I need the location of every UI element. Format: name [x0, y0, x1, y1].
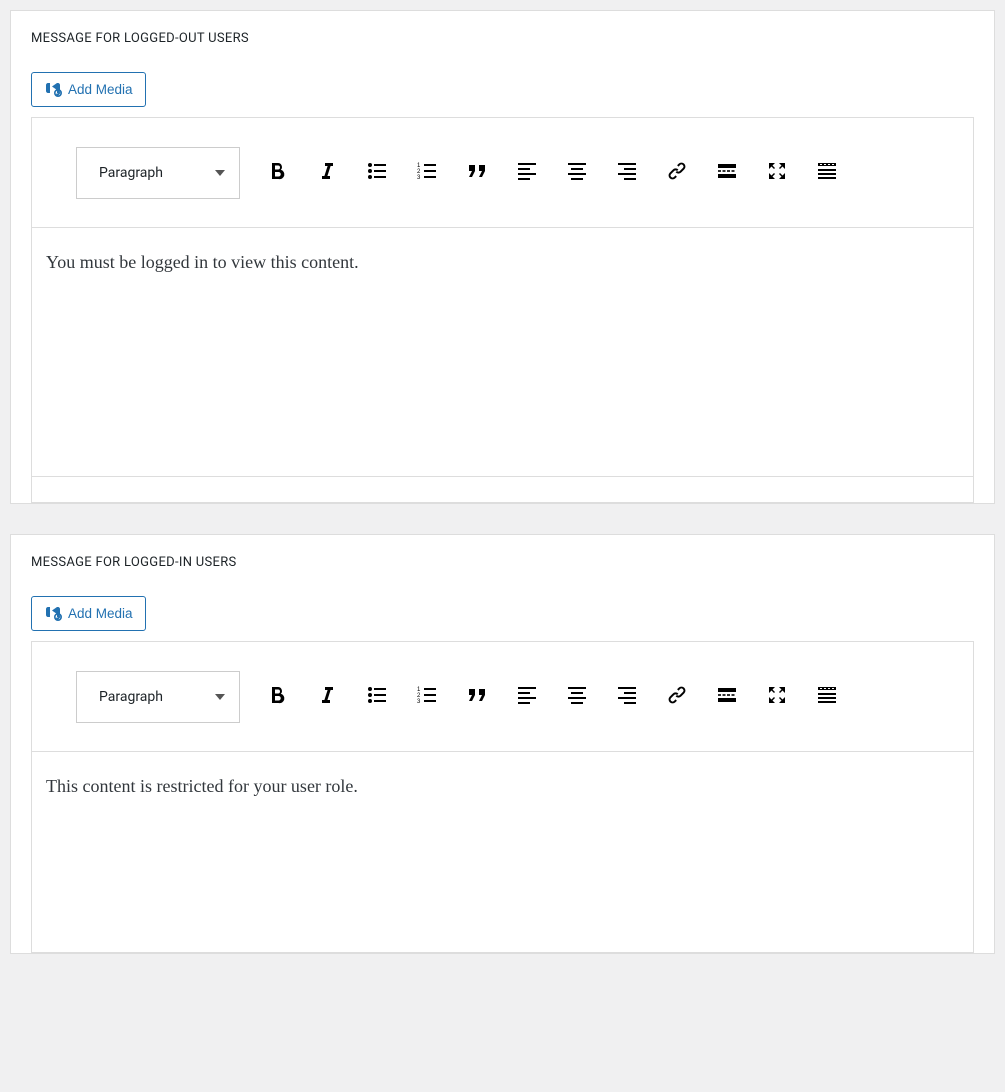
- numbered-list-icon: [415, 159, 439, 186]
- link-button[interactable]: [654, 674, 700, 720]
- section-heading: MESSAGE FOR LOGGED-IN USERS: [31, 555, 974, 570]
- read-more-button[interactable]: [704, 674, 750, 720]
- blockquote-icon: [465, 159, 489, 186]
- align-center-button[interactable]: [554, 674, 600, 720]
- editor-statusbar: [32, 476, 973, 502]
- section-heading: MESSAGE FOR LOGGED-OUT USERS: [31, 31, 974, 46]
- italic-button[interactable]: [304, 674, 350, 720]
- blockquote-button[interactable]: [454, 674, 500, 720]
- numbered-list-icon: [415, 683, 439, 710]
- read-more-icon: [715, 159, 739, 186]
- editor-toolbar: Paragraph: [32, 642, 973, 752]
- fullscreen-button[interactable]: [754, 150, 800, 196]
- add-media-label: Add Media: [68, 606, 133, 621]
- add-media-button[interactable]: Add Media: [31, 72, 146, 107]
- bullet-list-button[interactable]: [354, 150, 400, 196]
- numbered-list-button[interactable]: [404, 150, 450, 196]
- editor-wrap: Paragraph This content is restricted for…: [31, 641, 974, 953]
- toolbar-toggle-button[interactable]: [804, 150, 850, 196]
- italic-button[interactable]: [304, 150, 350, 196]
- media-icon: [44, 603, 62, 624]
- bullet-list-icon: [365, 159, 389, 186]
- editor-logged-in: MESSAGE FOR LOGGED-IN USERS Add Media Pa…: [10, 534, 995, 954]
- link-icon: [665, 683, 689, 710]
- italic-icon: [315, 683, 339, 710]
- editor-wrap: Paragraph You must be logged in to view …: [31, 117, 974, 503]
- format-select[interactable]: Paragraph: [76, 147, 240, 199]
- align-right-icon: [615, 159, 639, 186]
- blockquote-icon: [465, 683, 489, 710]
- chevron-down-icon: [215, 694, 225, 700]
- align-right-button[interactable]: [604, 150, 650, 196]
- bullet-list-icon: [365, 683, 389, 710]
- italic-icon: [315, 159, 339, 186]
- toolbar-toggle-icon: [815, 159, 839, 186]
- align-right-button[interactable]: [604, 674, 650, 720]
- editor-toolbar: Paragraph: [32, 118, 973, 228]
- fullscreen-icon: [765, 683, 789, 710]
- fullscreen-button[interactable]: [754, 674, 800, 720]
- link-icon: [665, 159, 689, 186]
- align-center-icon: [565, 159, 589, 186]
- editor-logged-out: MESSAGE FOR LOGGED-OUT USERS Add Media P…: [10, 10, 995, 504]
- toolbar-toggle-icon: [815, 683, 839, 710]
- align-left-icon: [515, 683, 539, 710]
- read-more-icon: [715, 683, 739, 710]
- format-select-label: Paragraph: [99, 689, 163, 705]
- align-left-icon: [515, 159, 539, 186]
- blockquote-button[interactable]: [454, 150, 500, 196]
- format-select[interactable]: Paragraph: [76, 671, 240, 723]
- bold-button[interactable]: [254, 674, 300, 720]
- media-icon: [44, 79, 62, 100]
- fullscreen-icon: [765, 159, 789, 186]
- bold-button[interactable]: [254, 150, 300, 196]
- align-center-icon: [565, 683, 589, 710]
- link-button[interactable]: [654, 150, 700, 196]
- editor-content[interactable]: This content is restricted for your user…: [32, 752, 973, 952]
- format-select-label: Paragraph: [99, 165, 163, 181]
- chevron-down-icon: [215, 170, 225, 176]
- bold-icon: [265, 159, 289, 186]
- align-left-button[interactable]: [504, 674, 550, 720]
- align-right-icon: [615, 683, 639, 710]
- toolbar-toggle-button[interactable]: [804, 674, 850, 720]
- bold-icon: [265, 683, 289, 710]
- add-media-label: Add Media: [68, 82, 133, 97]
- bullet-list-button[interactable]: [354, 674, 400, 720]
- align-left-button[interactable]: [504, 150, 550, 196]
- numbered-list-button[interactable]: [404, 674, 450, 720]
- read-more-button[interactable]: [704, 150, 750, 196]
- editor-content[interactable]: You must be logged in to view this conte…: [32, 228, 973, 476]
- add-media-button[interactable]: Add Media: [31, 596, 146, 631]
- align-center-button[interactable]: [554, 150, 600, 196]
